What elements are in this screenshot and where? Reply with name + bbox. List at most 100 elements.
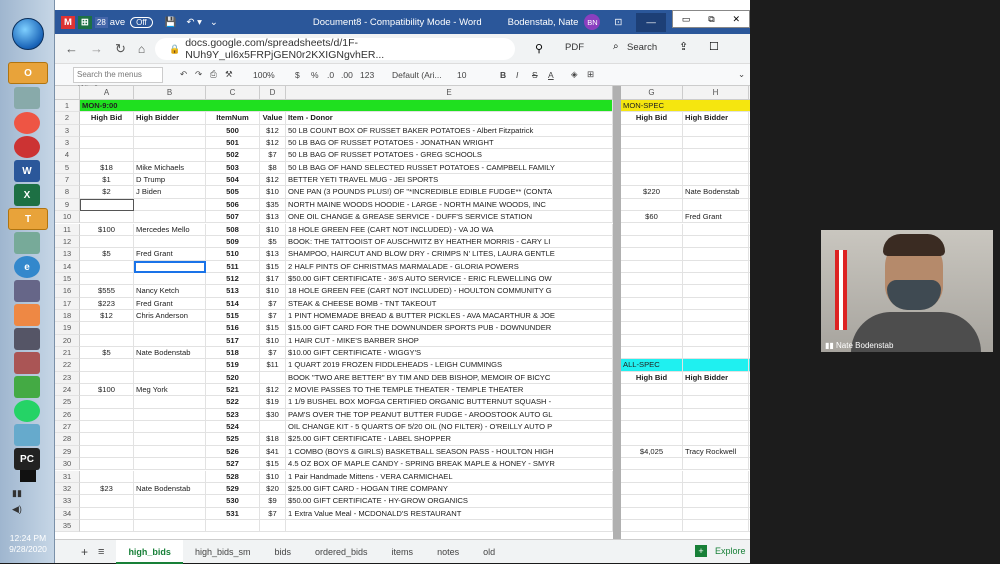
explorer-taskbar-icon[interactable] xyxy=(14,87,40,109)
grid-cell[interactable] xyxy=(621,507,683,520)
grid-cell[interactable]: High Bidder xyxy=(683,371,749,385)
grid-cell[interactable]: $12 xyxy=(260,384,286,397)
ie-taskbar-icon[interactable]: e xyxy=(14,256,40,278)
grid-cell[interactable]: Nancy Ketch xyxy=(134,285,206,298)
grid-cell[interactable]: $11 xyxy=(260,359,286,372)
grid-cell[interactable]: 1 Extra Value Meal - MCDONALD'S RESTAURA… xyxy=(286,507,613,520)
grid-cell[interactable]: 525 xyxy=(206,433,260,446)
row-number[interactable]: 10 xyxy=(55,211,80,224)
row-number[interactable]: 32 xyxy=(55,482,80,496)
borders-icon[interactable]: ⊞ xyxy=(587,69,594,80)
outlook-taskbar-icon[interactable]: O xyxy=(8,62,48,84)
grid-cell[interactable]: 505 xyxy=(206,186,260,199)
row-number[interactable]: 27 xyxy=(55,421,80,434)
row-number[interactable]: 8 xyxy=(55,186,80,199)
header-cell[interactable]: High Bidder xyxy=(134,112,206,125)
grid-cell[interactable]: $23 xyxy=(80,482,134,496)
grid-cell[interactable] xyxy=(80,470,134,483)
grid-cell[interactable] xyxy=(683,248,749,261)
sheet-tab-old[interactable]: old xyxy=(471,540,507,564)
grid-cell[interactable]: 1 PINT HOMEMADE BREAD & BUTTER PICKLES -… xyxy=(286,309,613,323)
grid-cell[interactable]: $5 xyxy=(80,248,134,261)
grid-cell[interactable] xyxy=(134,211,206,224)
spreadsheet-grid[interactable]: ABCDEGHI1MON-9:00MON-SPEC2High BidHigh B… xyxy=(55,86,750,539)
grid-cell[interactable] xyxy=(134,507,206,520)
grid-cell[interactable] xyxy=(80,445,134,459)
grid-cell[interactable] xyxy=(683,495,749,508)
grid-cell[interactable]: 503 xyxy=(206,161,260,175)
print-icon[interactable]: ⎙ xyxy=(210,69,217,80)
grid-cell[interactable] xyxy=(286,519,613,533)
grid-cell[interactable]: 2 MOVIE PASSES TO THE TEMPLE THEATER - T… xyxy=(286,384,613,397)
back-icon[interactable]: ← xyxy=(65,41,78,56)
grid-cell[interactable]: 508 xyxy=(206,223,260,236)
row-number[interactable]: 19 xyxy=(55,322,80,335)
grid-cell[interactable]: OIL CHANGE KIT - 5 QUARTS OF 5/20 OIL (N… xyxy=(286,421,613,434)
number-format-button[interactable]: 123 xyxy=(360,70,374,80)
grid-cell[interactable]: 504 xyxy=(206,174,260,187)
row-number[interactable]: 18 xyxy=(55,309,80,323)
grid-cell[interactable]: 528 xyxy=(206,470,260,483)
row-number[interactable]: 9 xyxy=(55,198,80,212)
search-label[interactable]: Search xyxy=(627,42,657,53)
grid-cell[interactable] xyxy=(621,519,683,533)
grid-cell[interactable] xyxy=(621,272,683,286)
grid-cell[interactable]: $7 xyxy=(260,507,286,520)
grid-cell[interactable] xyxy=(134,371,206,385)
grid-cell[interactable] xyxy=(260,519,286,533)
row-number[interactable]: 3 xyxy=(55,137,80,150)
grid-cell[interactable]: $10 xyxy=(260,470,286,483)
grid-cell[interactable] xyxy=(80,124,134,138)
grid-cell[interactable] xyxy=(621,161,683,175)
grid-cell[interactable] xyxy=(80,396,134,409)
grid-cell[interactable]: $25.00 GIFT CARD - HOGAN TIRE COMPANY xyxy=(286,482,613,496)
grid-cell[interactable] xyxy=(134,470,206,483)
whatsapp-taskbar-icon[interactable] xyxy=(14,400,40,422)
column-header[interactable]: C xyxy=(206,86,260,100)
grid-cell[interactable]: STEAK & CHEESE BOMB - TNT TAKEOUT xyxy=(286,297,613,310)
explore-icon[interactable]: + xyxy=(695,545,707,557)
grid-cell[interactable]: 50 LB BAG OF RUSSET POTATOES - JONATHAN … xyxy=(286,137,613,150)
grid-cell[interactable] xyxy=(80,260,134,273)
grid-cell[interactable]: 529 xyxy=(206,482,260,496)
grid-cell[interactable] xyxy=(683,482,749,496)
sheet-tab-items[interactable]: items xyxy=(380,540,426,564)
column-header[interactable]: H xyxy=(683,86,749,100)
grid-cell[interactable] xyxy=(621,458,683,471)
grid-cell[interactable]: $18 xyxy=(260,433,286,446)
grid-cell[interactable]: 523 xyxy=(206,408,260,422)
grid-cell[interactable] xyxy=(134,272,206,286)
row-number[interactable]: 21 xyxy=(55,347,80,360)
grid-cell[interactable] xyxy=(683,161,749,175)
strikethrough-icon[interactable]: S xyxy=(532,70,538,80)
grid-cell[interactable]: $9 xyxy=(260,495,286,508)
grid-cell[interactable]: 513 xyxy=(206,285,260,298)
notes-taskbar-icon[interactable] xyxy=(14,232,40,254)
grid-cell[interactable]: NORTH MAINE WOODS HOODIE - LARGE - NORTH… xyxy=(286,198,613,212)
grid-cell[interactable]: 522 xyxy=(206,396,260,409)
grid-cell[interactable]: 512 xyxy=(206,272,260,286)
grid-cell[interactable]: 524 xyxy=(206,421,260,434)
grid-cell[interactable] xyxy=(134,408,206,422)
grid-cell[interactable]: $41 xyxy=(260,445,286,459)
grid-cell[interactable] xyxy=(683,470,749,483)
grid-cell[interactable] xyxy=(621,137,683,150)
grid-cell[interactable]: $12 xyxy=(260,174,286,187)
grid-cell[interactable]: 4.5 OZ BOX OF MAPLE CANDY - SPRING BREAK… xyxy=(286,458,613,471)
app-taskbar-icon[interactable] xyxy=(14,136,40,158)
excel-taskbar-icon[interactable]: X xyxy=(14,184,40,206)
grid-cell[interactable]: BOOK: THE TATTOOIST OF AUSCHWITZ BY HEAT… xyxy=(286,235,613,249)
grid-cell[interactable]: Fred Grant xyxy=(683,211,749,224)
grid-cell[interactable] xyxy=(621,124,683,138)
share-icon[interactable]: ⇪ xyxy=(679,40,688,53)
grid-cell[interactable]: Nate Bodenstab xyxy=(134,482,206,496)
row-number[interactable]: 24 xyxy=(55,384,80,397)
row-number[interactable]: 3 xyxy=(55,124,80,138)
grid-cell[interactable] xyxy=(683,384,749,397)
grid-cell[interactable]: $4,025 xyxy=(621,445,683,459)
grid-cell[interactable]: 520 xyxy=(206,371,260,385)
redo-icon[interactable]: ↷ xyxy=(195,69,202,80)
collapse-toolbar-icon[interactable]: ⌄ xyxy=(738,69,745,80)
sheet-tab-bids[interactable]: bids xyxy=(262,540,303,564)
grid-cell[interactable]: Tracy Rockwell xyxy=(683,445,749,459)
